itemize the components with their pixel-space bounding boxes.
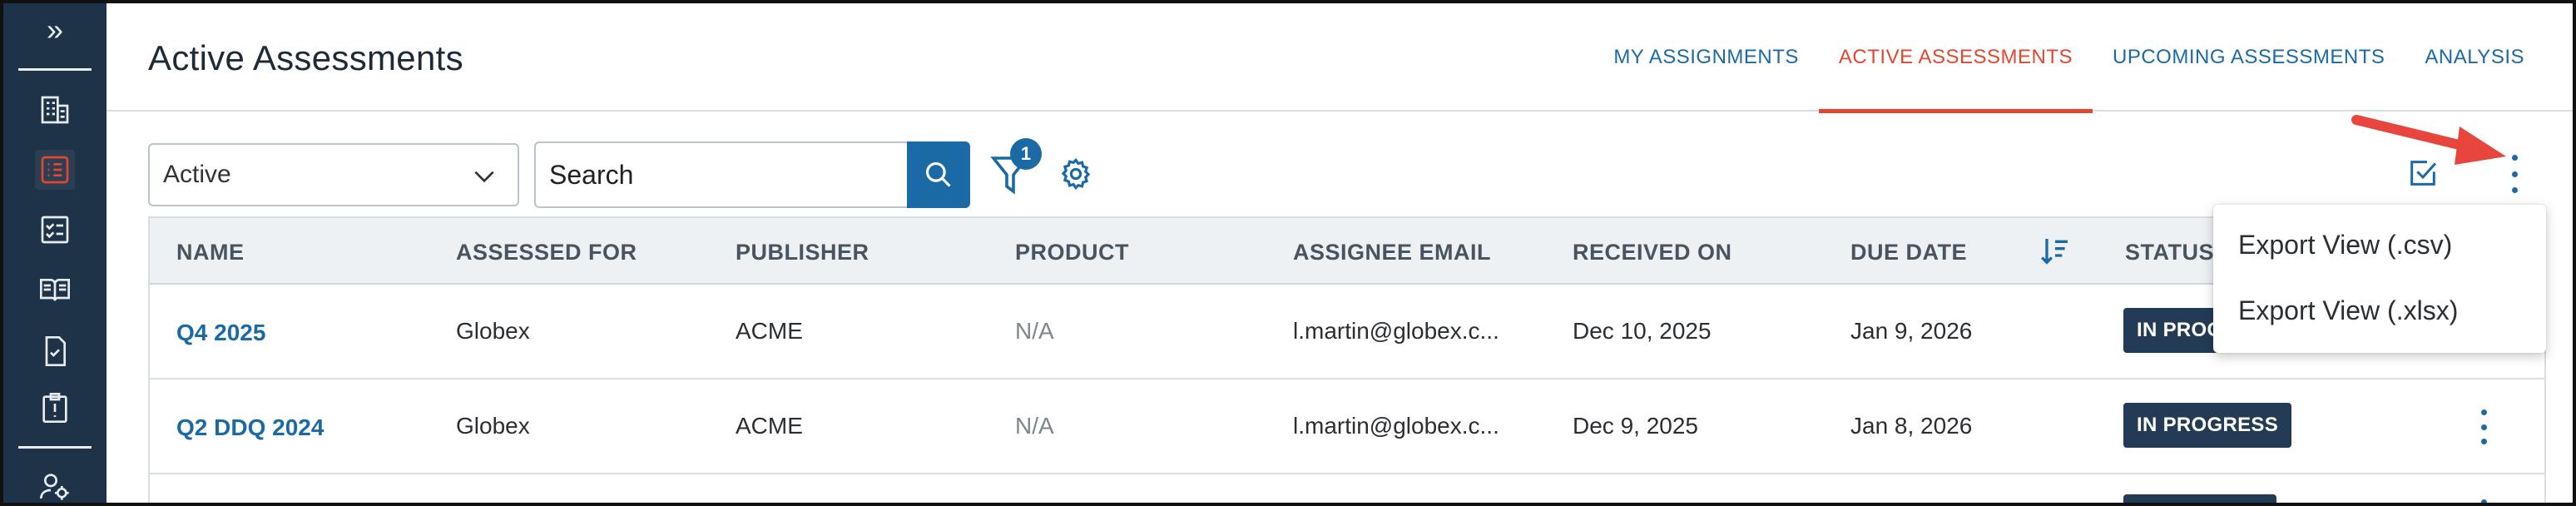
checklist-icon[interactable]	[35, 150, 75, 190]
received-on-cell: Dec 9, 2025	[1573, 413, 1698, 439]
alert-clipboard-icon[interactable]	[35, 388, 75, 428]
page-header: Active Assessments MY ASSIGNMENTS ACTIVE…	[107, 3, 2573, 113]
column-header-name[interactable]: NAME	[176, 240, 245, 265]
building-icon[interactable]	[35, 90, 75, 130]
table-row[interactable]	[148, 474, 2546, 503]
page-title: Active Assessments	[148, 38, 463, 77]
row-actions-button[interactable]	[2478, 499, 2489, 503]
received-on-cell: Dec 10, 2025	[1573, 318, 1712, 344]
assessed-for-cell: Globex	[456, 413, 530, 439]
publisher-cell: ACME	[736, 318, 803, 344]
due-date-cell: Jan 8, 2026	[1850, 413, 1973, 439]
search-button[interactable]	[907, 141, 970, 208]
tab-upcoming-assessments[interactable]: UPCOMING ASSESSMENTS	[2093, 3, 2405, 112]
export-menu: Export View (.csv) Export View (.xlsx)	[2213, 205, 2546, 353]
search-icon	[925, 161, 951, 187]
search-input[interactable]	[534, 141, 909, 208]
assignee-email-cell: l.martin@globex.c...	[1293, 318, 1499, 344]
row-actions-button[interactable]	[2478, 409, 2489, 444]
export-xlsx-menu-item[interactable]: Export View (.xlsx)	[2213, 278, 2546, 343]
table-row[interactable]: Q4 2025 Globex ACME N/A l.martin@globex.…	[148, 285, 2546, 380]
export-csv-menu-item[interactable]: Export View (.csv)	[2213, 221, 2546, 278]
assessments-table: NAME ASSESSED FOR PUBLISHER PRODUCT ASSI…	[148, 216, 2546, 503]
assessment-name-link[interactable]: Q4 2025	[176, 320, 265, 346]
sidebar-expand-button[interactable]: »	[3, 15, 107, 45]
status-badge: IN PROGRESS	[2123, 403, 2291, 448]
sidebar: »	[3, 3, 107, 503]
status-filter-select[interactable]: Active	[148, 143, 519, 206]
assessment-name-link[interactable]: Q2 DDQ 2024	[176, 414, 324, 441]
due-date-cell: Jan 9, 2026	[1850, 318, 1973, 344]
assignee-email-cell: l.martin@globex.c...	[1293, 413, 1499, 439]
table-header-row: NAME ASSESSED FOR PUBLISHER PRODUCT ASSI…	[148, 216, 2546, 285]
sort-descending-icon[interactable]	[2039, 235, 2072, 268]
publisher-cell: ACME	[736, 413, 803, 439]
status-filter-value: Active	[163, 161, 231, 188]
table-row[interactable]: Q2 DDQ 2024 Globex ACME N/A l.martin@glo…	[148, 380, 2546, 474]
assessed-for-cell: Globex	[456, 318, 530, 344]
sidebar-divider	[18, 68, 92, 71]
column-header-publisher[interactable]: PUBLISHER	[736, 240, 869, 265]
product-cell: N/A	[1015, 318, 1054, 344]
document-check-icon[interactable]	[35, 331, 75, 371]
product-cell: N/A	[1015, 413, 1054, 439]
tab-my-assignments[interactable]: MY ASSIGNMENTS	[1593, 3, 1819, 112]
tab-bar: MY ASSIGNMENTS ACTIVE ASSESSMENTS UPCOMI…	[1593, 3, 2573, 113]
tab-active-assessments[interactable]: ACTIVE ASSESSMENTS	[1818, 3, 2093, 113]
annotation-arrow-icon	[2351, 115, 2506, 165]
status-badge	[2123, 494, 2276, 503]
clipboard-check-icon[interactable]	[35, 210, 75, 250]
user-settings-icon[interactable]	[35, 466, 75, 503]
filter-count-badge: 1	[1010, 138, 1042, 170]
column-header-received-on[interactable]: RECEIVED ON	[1573, 240, 1732, 265]
sidebar-divider	[18, 446, 92, 449]
column-header-due-date[interactable]: DUE DATE	[1850, 240, 1967, 265]
column-header-assessed-for[interactable]: ASSESSED FOR	[456, 240, 637, 265]
chevron-down-icon	[474, 171, 494, 183]
tab-analysis[interactable]: ANALYSIS	[2405, 3, 2573, 112]
column-header-product[interactable]: PRODUCT	[1015, 240, 1129, 265]
app-frame: » Active Assessments MY ASSIGNMENTS ACTI…	[0, 0, 2576, 506]
column-header-status[interactable]: STATUS	[2125, 240, 2214, 265]
book-icon[interactable]	[35, 270, 75, 310]
gear-icon[interactable]	[1058, 156, 1093, 191]
column-header-assignee-email[interactable]: ASSIGNEE EMAIL	[1293, 240, 1491, 265]
